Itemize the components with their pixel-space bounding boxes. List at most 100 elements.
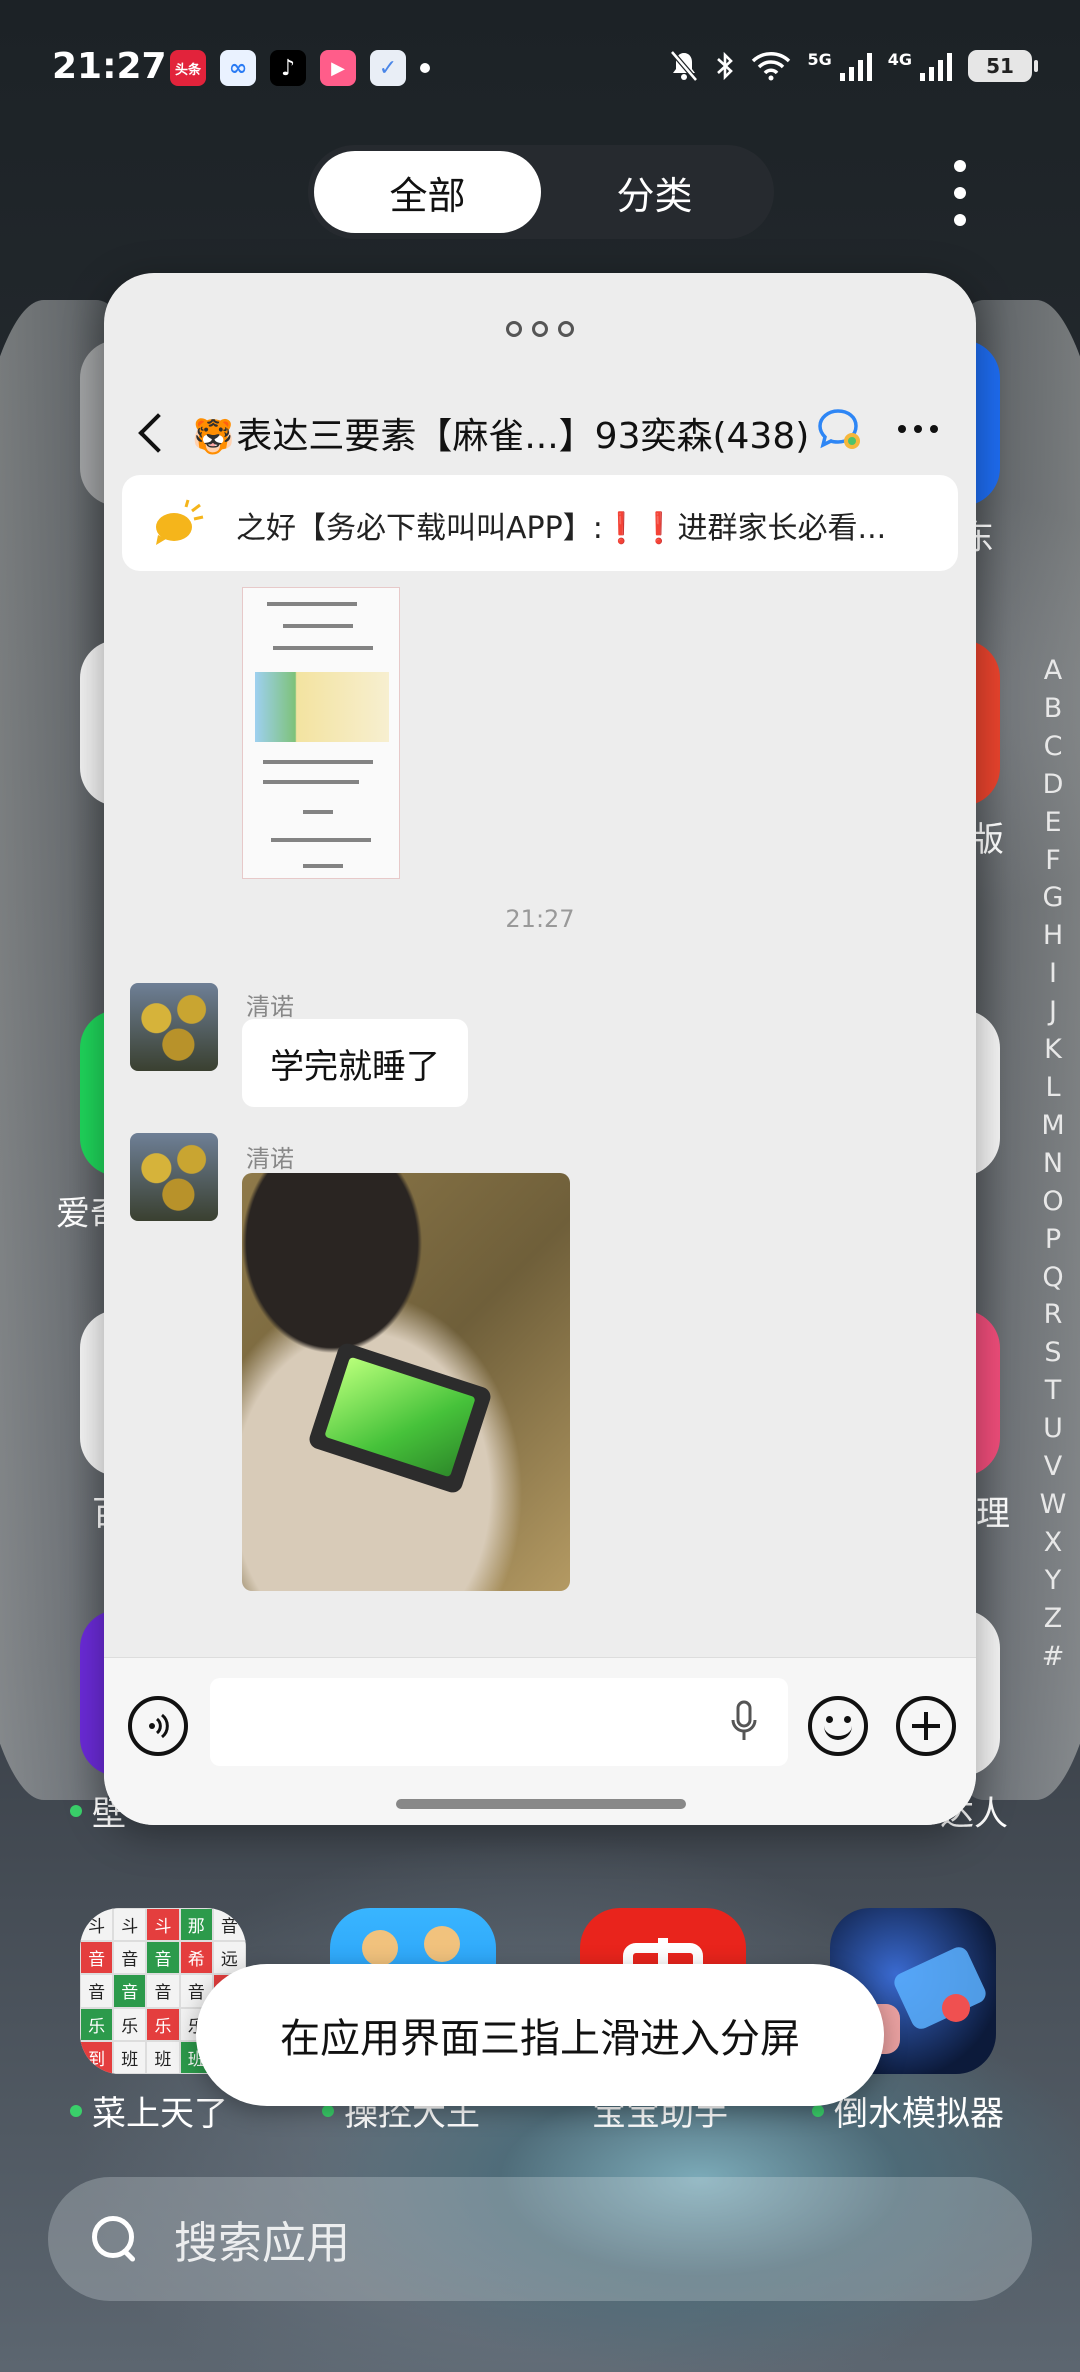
network-5g-label: 5G [807,50,832,69]
message-input[interactable] [210,1678,788,1766]
signal-4g-icon [920,51,952,81]
clock: 21:27 [52,46,167,87]
chat-title-text: 表达三要素【麻雀...】93奕森(438) [236,416,810,457]
system-icons: 5G 4G 51 [669,50,1038,82]
app-search-bar[interactable]: 搜索应用 [48,2177,1032,2301]
network-4g-label: 4G [887,50,912,69]
alphabet-index-letter[interactable]: K [1044,1031,1062,1069]
more-dot [898,425,906,433]
alphabet-index-letter[interactable]: V [1044,1448,1062,1486]
online-dot [70,1804,82,1817]
image-message-photo[interactable] [242,1173,570,1591]
alphabet-index-letter[interactable]: D [1043,766,1064,804]
alphabet-index-letter[interactable]: F [1045,842,1061,880]
drag-dot [532,321,548,337]
window-drag-handle[interactable] [104,321,976,337]
toutiao-icon: 头条 [170,50,206,86]
wifi-icon [752,52,791,81]
tiktok-icon: ♪ [270,50,306,86]
status-bar: 21:27 头条 ∞ ♪ ▶ ✓ 5G 4G 51 [0,0,1080,140]
tab-all[interactable]: 全部 [314,151,541,233]
online-dot [70,2104,82,2117]
online-dot [812,2104,824,2117]
more-dot [954,187,966,199]
bluetooth-icon [717,51,734,81]
mute-icon [670,50,699,82]
back-button[interactable] [134,411,174,455]
more-dot [914,425,922,433]
sender-name: 清诺 [246,1145,294,1173]
alphabet-index-letter[interactable]: G [1043,879,1064,917]
alphabet-index-letter[interactable]: O [1042,1183,1063,1221]
alphabet-index-letter[interactable]: N [1043,1145,1063,1183]
chat-header: 🐯表达三要素【麻雀...】93奕森(438) [104,377,976,487]
app-label: 菜上天了 [70,2086,228,2135]
alphabet-index-letter[interactable]: T [1045,1372,1062,1410]
group-chat-bubble-icon[interactable] [816,407,864,453]
megaphone-icon [156,499,204,545]
more-actions-button[interactable] [896,1696,956,1756]
drag-dot [558,321,574,337]
alphabet-index-letter[interactable]: L [1045,1069,1060,1107]
avatar[interactable] [130,983,218,1071]
alphabet-index-letter[interactable]: X [1044,1524,1063,1562]
alphabet-index[interactable]: A B C D E F G H I J K L M N O P Q R S T U V W X Y Z # [1038,652,1068,1675]
emoji-button[interactable] [808,1696,868,1756]
floating-chat-window[interactable]: 🐯表达三要素【麻雀...】93奕森(438) 之好【务必下载叫叫APP】:❗❗进… [104,273,976,1825]
alphabet-index-letter[interactable]: M [1041,1107,1064,1145]
split-screen-hint-toast: 在应用界面三指上滑进入分屏 [196,1964,884,2106]
drag-dot [506,321,522,337]
search-icon [90,2214,140,2264]
notification-icons: 头条 ∞ ♪ ▶ ✓ [170,50,430,86]
alphabet-index-letter[interactable]: P [1045,1221,1061,1259]
alphabet-index-letter[interactable]: # [1042,1638,1065,1676]
alphabet-index-letter[interactable]: H [1043,917,1063,955]
alphabet-index-letter[interactable]: Z [1044,1600,1063,1638]
chat-title[interactable]: 🐯表达三要素【麻雀...】93奕森(438) [192,407,809,459]
task-app-icon: ✓ [370,50,406,86]
text-message-bubble[interactable]: 学完就睡了 [242,1019,468,1107]
more-dot [954,160,966,172]
alphabet-index-letter[interactable]: Q [1042,1259,1063,1297]
window-home-indicator[interactable] [396,1799,686,1809]
document-picture [255,672,389,742]
exclamation-icons: ❗❗ [602,511,678,546]
avatar[interactable] [130,1133,218,1221]
alphabet-index-letter[interactable]: Y [1045,1562,1062,1600]
baidu-netdisk-icon: ∞ [220,50,256,86]
search-placeholder: 搜索应用 [174,2218,350,2269]
chat-more-button[interactable] [898,425,938,433]
alphabet-index-letter[interactable]: W [1040,1486,1067,1524]
tiger-emoji-icon: 🐯 [192,417,235,457]
group-notice-banner[interactable]: 之好【务必下载叫叫APP】:❗❗进群家长必看... [122,475,958,571]
alphabet-index-letter[interactable]: B [1044,690,1063,728]
alphabet-index-letter[interactable]: A [1044,652,1062,690]
voice-wave-icon [149,1713,169,1739]
more-dot [954,214,966,226]
alphabet-index-letter[interactable]: J [1049,993,1057,1031]
alphabet-index-letter[interactable]: R [1044,1296,1063,1334]
chat-message-area[interactable]: 21:27 清诺 学完就睡了 清诺 [104,587,976,1657]
notice-text: 之好【务必下载叫叫APP】:❗❗进群家长必看... [236,511,887,546]
tab-category[interactable]: 分类 [541,151,768,233]
battery-icon: 51 [968,50,1038,82]
edge-app-label: 理 [976,1494,1010,1534]
image-message-document[interactable] [242,587,400,879]
top-tab-switcher: 全部 分类 [308,145,774,239]
more-notifications-dot [420,63,430,73]
alphabet-index-letter[interactable]: E [1044,804,1061,842]
alphabet-index-letter[interactable]: U [1043,1410,1063,1448]
voice-input-button[interactable] [128,1696,188,1756]
alphabet-index-letter[interactable]: I [1049,955,1057,993]
signal-5g-icon [839,51,872,81]
alphabet-index-letter[interactable]: S [1044,1334,1061,1372]
message-timestamp: 21:27 [505,905,575,933]
video-app-icon: ▶ [320,50,356,86]
photo-tablet-screen [324,1356,476,1478]
microphone-icon[interactable] [730,1700,758,1744]
more-options-button[interactable] [944,160,976,226]
sender-name: 清诺 [246,993,294,1021]
alphabet-index-letter[interactable]: C [1044,728,1063,766]
online-dot [322,2104,334,2117]
more-dot [930,425,938,433]
